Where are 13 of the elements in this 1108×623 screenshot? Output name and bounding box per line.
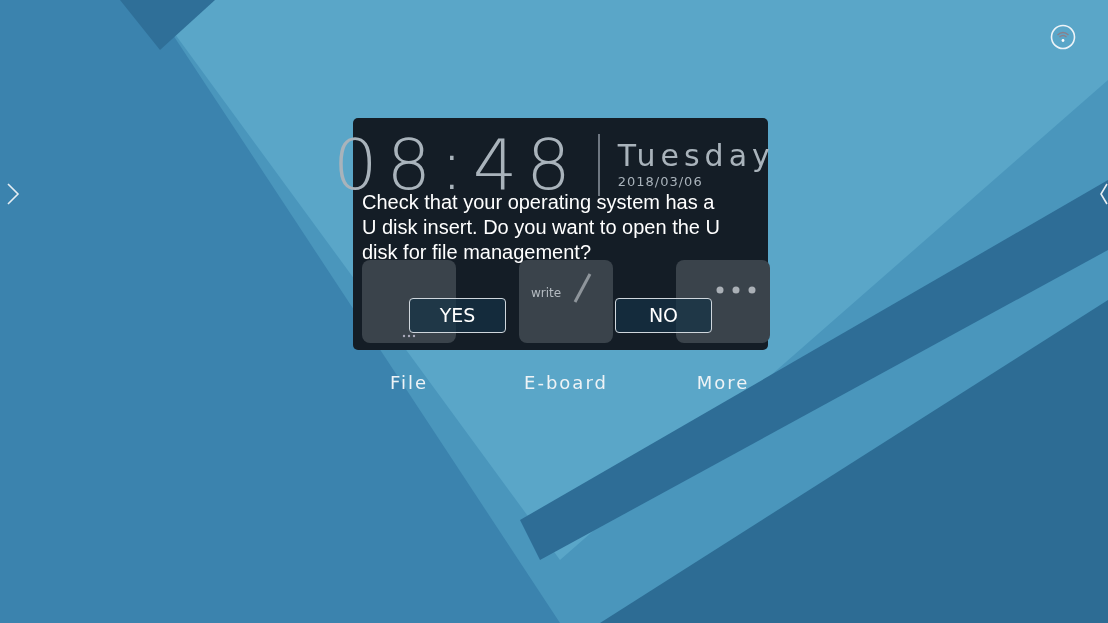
app-label: File — [388, 371, 430, 395]
pen-icon — [571, 272, 593, 304]
date-label: 2018/03/06 — [617, 172, 704, 191]
dialog-button[interactable]: NO — [615, 298, 712, 333]
chevron-left-icon[interactable] — [1099, 182, 1108, 206]
ellipsis-icon — [402, 334, 416, 338]
dots-icon — [716, 286, 756, 294]
wifi-icon[interactable] — [1050, 24, 1076, 50]
app-label: More — [695, 371, 751, 395]
app-label: E-board — [523, 371, 609, 395]
tile-caption: write — [531, 285, 562, 302]
chevron-right-icon[interactable] — [6, 182, 20, 206]
dialog-button[interactable]: YES — [409, 298, 506, 333]
